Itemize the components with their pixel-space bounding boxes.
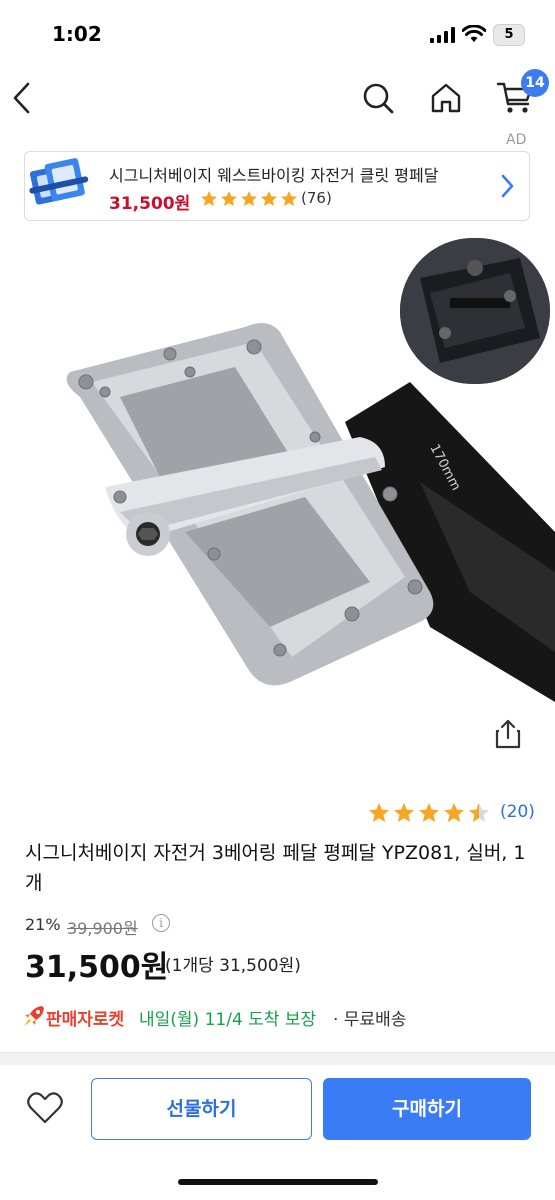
signal-icon xyxy=(430,27,455,43)
ad-product-thumbnail xyxy=(29,158,89,205)
rocket-icon xyxy=(24,1006,44,1026)
unit-price: (1개당 31,500원) xyxy=(165,956,301,976)
back-button[interactable] xyxy=(8,78,38,118)
original-price: 39,900원 xyxy=(67,919,138,938)
section-divider xyxy=(0,1052,555,1065)
ad-title: 시그니처베이지 웨스트바이킹 자전거 클릿 평페달 xyxy=(109,166,439,185)
sale-price: 31,500원 xyxy=(25,950,169,985)
heart-icon[interactable] xyxy=(26,1090,64,1126)
discount-rate: 21% xyxy=(25,915,61,934)
ad-review-count: (76) xyxy=(301,189,332,207)
info-icon[interactable]: i xyxy=(152,914,170,932)
chevron-right-icon xyxy=(501,174,514,198)
review-count-link[interactable]: (20) xyxy=(500,802,535,822)
delivery-date: 내일(월) 11/4 도착 보장 xyxy=(139,1010,317,1030)
home-indicator xyxy=(178,1179,378,1185)
cart-count-badge: 14 xyxy=(521,69,549,97)
share-icon[interactable] xyxy=(493,718,523,750)
battery-icon: 5 xyxy=(493,24,525,46)
wifi-icon xyxy=(462,25,486,42)
ad-banner[interactable]: 시그니처베이지 웨스트바이킹 자전거 클릿 평페달 31,500원 (76) xyxy=(24,151,530,221)
ad-price: 31,500원 xyxy=(109,194,191,214)
ad-label: AD xyxy=(506,132,527,148)
gift-button[interactable]: 선물하기 xyxy=(91,1078,312,1140)
home-icon[interactable] xyxy=(428,78,464,118)
product-rating-stars[interactable] xyxy=(368,802,494,824)
seller-rocket-badge: 판매자로켓 xyxy=(46,1010,125,1030)
detail-thumbnail xyxy=(400,238,550,384)
status-time: 1:02 xyxy=(52,22,102,46)
buy-button[interactable]: 구매하기 xyxy=(323,1078,531,1140)
free-shipping: · 무료배송 xyxy=(333,1010,407,1030)
search-icon[interactable] xyxy=(360,78,396,118)
ad-rating-stars xyxy=(201,191,297,206)
product-title: 시그니처베이지 자전거 3베어링 페달 평페달 YPZ081, 실버, 1개 xyxy=(25,842,526,894)
